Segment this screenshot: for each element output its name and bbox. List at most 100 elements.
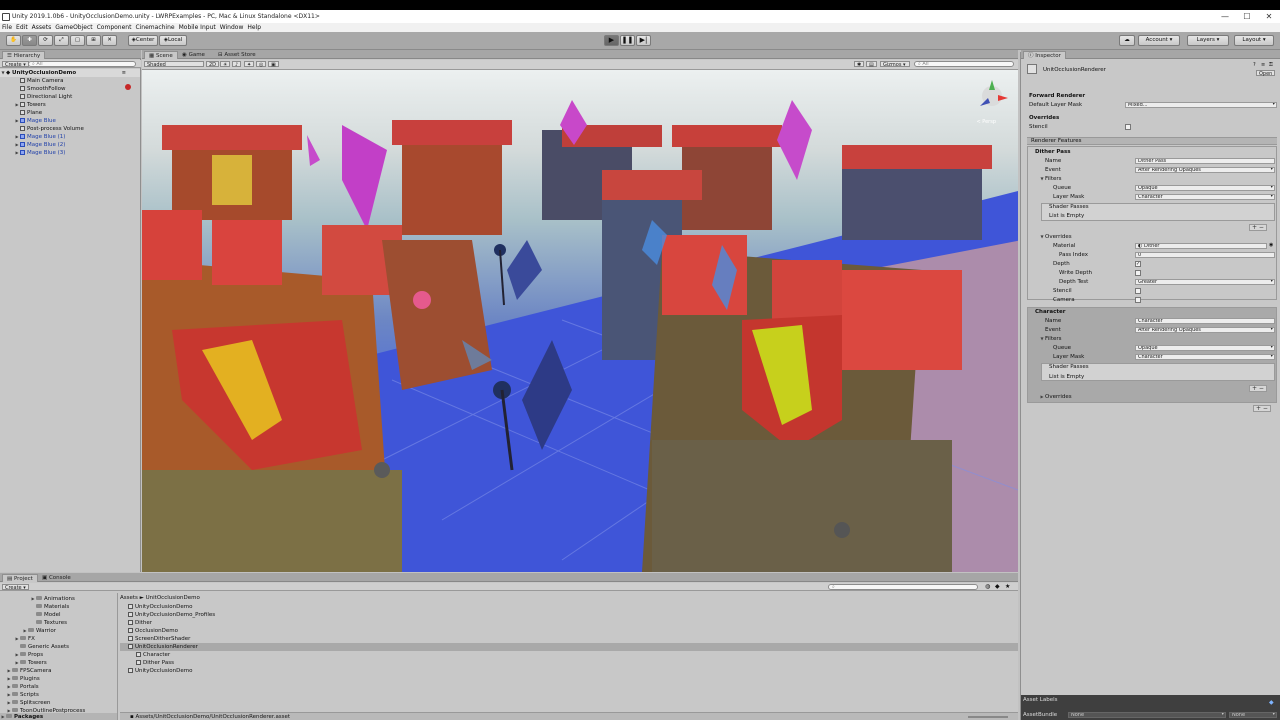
dither-write-depth-checkbox[interactable]	[1135, 270, 1141, 276]
character-layer-mask-dropdown[interactable]: Character	[1135, 354, 1275, 360]
hierarchy-item[interactable]: ▶ Towers	[0, 101, 140, 109]
project-file-item[interactable]: Character	[120, 651, 1018, 659]
dither-depth-checkbox[interactable]: ✓	[1135, 261, 1141, 267]
project-folder-item[interactable]: Generic Assets	[0, 643, 117, 651]
layers-dropdown[interactable]: Layers ▾	[1187, 35, 1229, 46]
scene-search-input[interactable]: ⌕ All	[914, 61, 1014, 67]
minimize-button[interactable]: —	[1214, 10, 1236, 23]
renderer-features-add-remove[interactable]: + −	[1253, 405, 1271, 412]
dither-list-add-remove[interactable]: + −	[1249, 224, 1267, 231]
project-file-item[interactable]: Dither	[120, 619, 1018, 627]
project-folder-item[interactable]: ▶ FX	[0, 635, 117, 643]
menu-file[interactable]: File	[2, 24, 12, 31]
hierarchy-item[interactable]: Directional Light	[0, 93, 140, 101]
asset-bundle-variant-dropdown[interactable]: None	[1229, 712, 1277, 718]
dither-pass-header[interactable]: Dither Pass	[1035, 148, 1071, 156]
search-by-type-icon[interactable]: ◍	[985, 583, 990, 590]
orientation-gizmo[interactable]	[980, 80, 1008, 106]
scene-camera-button[interactable]: ▣	[268, 61, 279, 68]
menu-component[interactable]: Component	[97, 24, 132, 31]
dither-overrides-foldout[interactable]: ▼Overrides	[1039, 233, 1071, 241]
effects-toggle[interactable]: ✦	[244, 61, 255, 68]
menu-help[interactable]: Help	[247, 24, 261, 31]
character-filters-foldout[interactable]: ▼Filters	[1039, 335, 1061, 343]
icon-size-slider[interactable]	[968, 716, 1008, 718]
project-folder-item[interactable]: Textures	[0, 619, 117, 627]
tab-project[interactable]: ▤ Project	[2, 574, 38, 582]
persp-label[interactable]: < Persp	[976, 119, 996, 125]
pivot-center-toggle[interactable]: ◈Center	[128, 35, 158, 46]
dither-stencil-checkbox[interactable]	[1135, 288, 1141, 294]
default-layer-mask-dropdown[interactable]: Mixed...	[1125, 102, 1277, 108]
inspector-lock-icon[interactable]: ⚿	[1269, 62, 1273, 68]
project-file-item[interactable]: UnityOcclusionDemo	[120, 667, 1018, 675]
hierarchy-item[interactable]: ▶ Mage Blue (2)	[0, 141, 140, 149]
project-folder-item[interactable]: ▶ Portals	[0, 683, 117, 691]
project-folder-item[interactable]: Materials	[0, 603, 117, 611]
character-list-add-remove[interactable]: + −	[1249, 385, 1267, 392]
character-overrides-foldout[interactable]: ▶Overrides	[1039, 393, 1071, 401]
transform-tool-button[interactable]: ⊞	[86, 35, 101, 46]
hierarchy-search-input[interactable]: ⌕ All	[28, 61, 136, 67]
account-dropdown[interactable]: Account ▾	[1138, 35, 1180, 46]
step-button[interactable]: ▶|	[636, 35, 651, 46]
collab-button[interactable]: ☁	[1119, 35, 1135, 46]
hidden-objects-toggle[interactable]: ◎	[256, 61, 267, 68]
hierarchy-item[interactable]: ▶ Mage Blue (3)	[0, 149, 140, 157]
play-button[interactable]: ▶	[604, 35, 619, 46]
hierarchy-item[interactable]: Main Camera	[0, 77, 140, 85]
project-folder-item[interactable]: ▶ Splitscreen	[0, 699, 117, 707]
character-event-dropdown[interactable]: After Rendering Opaques	[1135, 327, 1275, 333]
menu-window[interactable]: Window	[220, 24, 244, 31]
dither-pass-index-field[interactable]: 0	[1135, 252, 1275, 258]
dither-queue-dropdown[interactable]: Opaque	[1135, 185, 1275, 191]
custom-tool-button[interactable]: ✕	[102, 35, 117, 46]
hand-tool-button[interactable]: ✋	[6, 35, 21, 46]
hierarchy-scene-row[interactable]: ▼◆ UnityOcclusionDemo ≡	[0, 69, 140, 77]
hierarchy-create-button[interactable]: Create ▾	[2, 61, 29, 68]
project-folder-item[interactable]: ▶ FPSCamera	[0, 667, 117, 675]
project-folder-item[interactable]: ▶ Scripts	[0, 691, 117, 699]
pivot-space-toggle[interactable]: ◈Local	[159, 35, 187, 46]
scale-tool-button[interactable]: ⤢	[54, 35, 69, 46]
asset-bundle-dropdown[interactable]: None	[1068, 712, 1226, 718]
project-file-item[interactable]: ScreenDitherShader	[120, 635, 1018, 643]
tab-inspector[interactable]: ⓘ Inspector	[1023, 51, 1066, 59]
layout-dropdown[interactable]: Layout ▾	[1234, 35, 1274, 46]
character-queue-dropdown[interactable]: Opaque	[1135, 345, 1275, 351]
dither-material-field[interactable]: ◐ Dither	[1135, 243, 1267, 249]
breadcrumb-assets[interactable]: Assets	[120, 595, 138, 601]
dither-event-dropdown[interactable]: After Rendering Opaques	[1135, 167, 1275, 173]
packages-folder[interactable]: ▶ Packages	[0, 713, 117, 720]
scene-options-button[interactable]: ✱	[854, 61, 865, 68]
gizmos-dropdown[interactable]: Gizmos ▾	[880, 61, 910, 68]
camera-settings-button[interactable]: ▤	[866, 61, 877, 68]
tab-game[interactable]: ◉ Game	[178, 51, 209, 59]
scene-viewport[interactable]: < Persp	[142, 70, 1018, 572]
label-tag-icon[interactable]: ◆	[1269, 699, 1274, 706]
menu-mobile-input[interactable]: Mobile Input	[179, 24, 216, 31]
maximize-button[interactable]: ☐	[1236, 10, 1258, 23]
project-folder-item[interactable]: ▶ Warrior	[0, 627, 117, 635]
tab-scene[interactable]: ▦ Scene	[144, 51, 178, 59]
menu-cinemachine[interactable]: Cinemachine	[135, 24, 174, 31]
project-file-item[interactable]: UnityOcclusionDemo_Profiles	[120, 611, 1018, 619]
project-search-input[interactable]: ⌕	[828, 584, 978, 590]
project-file-item[interactable]: UnityOcclusionDemo	[120, 603, 1018, 611]
project-file-item[interactable]: Dither Pass	[120, 659, 1018, 667]
menu-gameobject[interactable]: GameObject	[55, 24, 92, 31]
hierarchy-item[interactable]: ▶ Mage Blue	[0, 117, 140, 125]
hierarchy-item[interactable]: Plane	[0, 109, 140, 117]
scene-options-icon[interactable]: ≡	[122, 69, 126, 77]
project-folder-item[interactable]: ▶ Towers	[0, 659, 117, 667]
project-folder-item[interactable]: ▶ Props	[0, 651, 117, 659]
2d-toggle[interactable]: 2D	[206, 61, 220, 68]
dither-name-field[interactable]: Dither Pass	[1135, 158, 1275, 164]
stencil-checkbox[interactable]	[1125, 124, 1131, 130]
project-folder-item[interactable]: Model	[0, 611, 117, 619]
search-by-label-icon[interactable]: ◆	[995, 583, 1000, 590]
hierarchy-item[interactable]: SmoothFollow	[0, 85, 140, 93]
project-file-item[interactable]: OcclusionDemo	[120, 627, 1018, 635]
object-picker-icon[interactable]: ◉	[1269, 242, 1273, 248]
inspector-settings-icon[interactable]: ≡	[1261, 62, 1265, 68]
